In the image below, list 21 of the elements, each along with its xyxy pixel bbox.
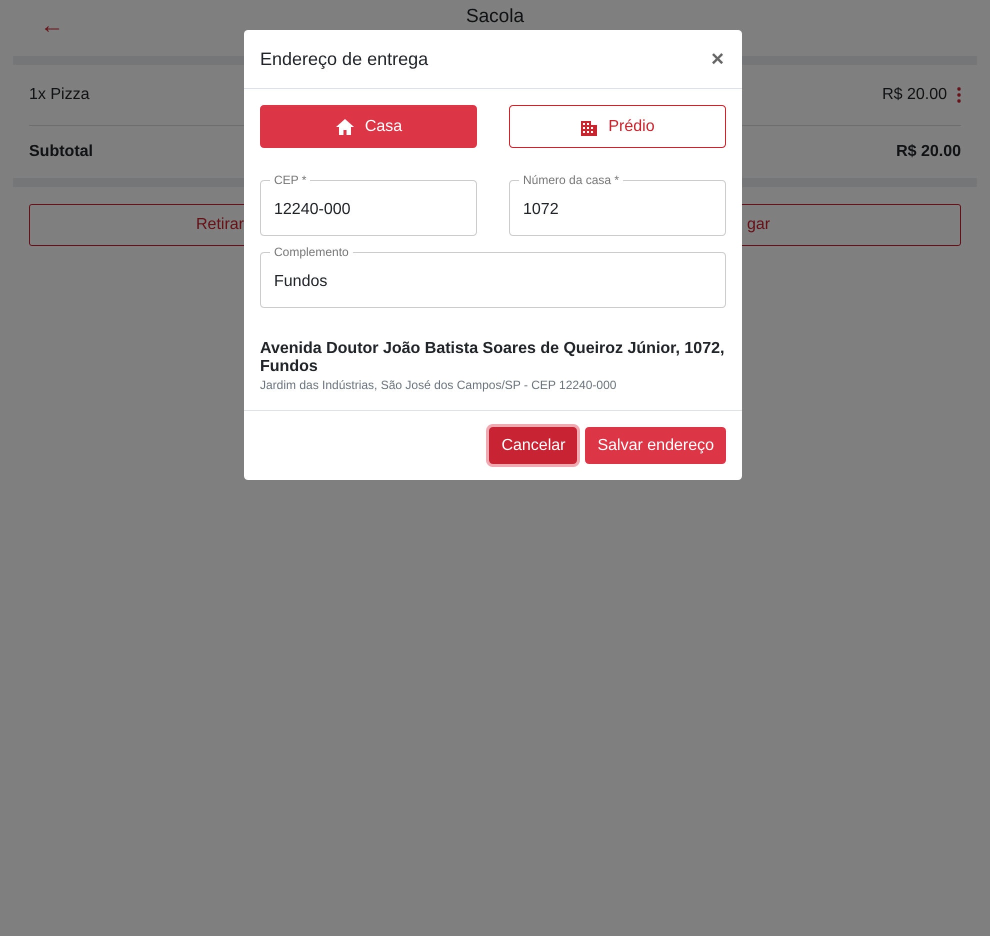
text-input[interactable]: Fundos <box>261 259 725 305</box>
cancel-button[interactable]: Cancelar <box>489 427 578 464</box>
more-options-icon[interactable] <box>957 87 961 103</box>
text-input[interactable]: 1072 <box>510 187 725 233</box>
close-button[interactable]: × <box>709 46 726 72</box>
subtotal-label: Subtotal <box>29 143 93 161</box>
address-type-button[interactable]: Casa <box>260 105 477 148</box>
page-title: Sacola <box>466 6 524 28</box>
dialog-title: Endereço de entrega <box>260 48 428 70</box>
address-type-button[interactable]: Prédio <box>509 105 726 148</box>
input-field[interactable]: CEP * 12240-000 <box>260 173 477 236</box>
save-button[interactable]: Salvar endereço <box>585 427 726 464</box>
input-field[interactable]: Complemento Fundos <box>260 245 726 308</box>
address-details: Jardim das Indústrias, São José dos Campos/SP - CEP 12240-000 <box>260 378 618 392</box>
item-price: R$ 20.00 <box>882 86 947 104</box>
address-line: Avenida Doutor João Batista Soares de Queiroz Júnior, 1072, Fundos <box>260 340 726 376</box>
subtotal-value: R$ 20.00 <box>896 143 961 161</box>
text-input[interactable]: 12240-000 <box>261 187 476 233</box>
input-field[interactable]: Número da casa * 1072 <box>509 173 726 236</box>
home-icon <box>334 118 355 136</box>
item-name: 1x Pizza <box>29 86 90 104</box>
